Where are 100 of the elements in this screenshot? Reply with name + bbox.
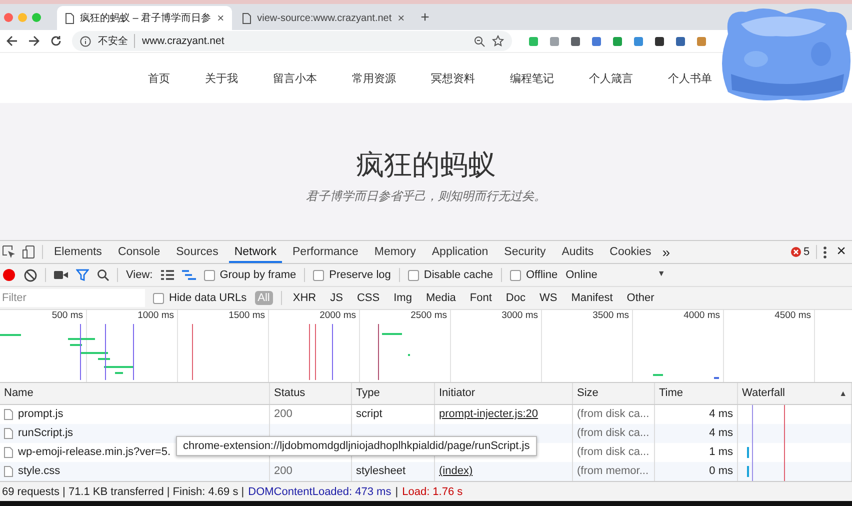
devtools-tab[interactable]: Console [112, 241, 166, 263]
time-tick-label: 2000 ms [320, 310, 356, 321]
waterfall-view-icon[interactable] [182, 270, 196, 280]
view-label: View: [126, 269, 153, 281]
address-bar[interactable]: 不安全 www.crazyant.net [72, 31, 512, 51]
option-checkbox[interactable]: Group by frame [204, 269, 296, 281]
forward-icon[interactable] [28, 35, 40, 47]
devtools-tab[interactable]: Security [499, 241, 551, 263]
extension-icon[interactable] [654, 36, 665, 46]
type-filter[interactable]: XHR [290, 291, 320, 305]
initiator-link[interactable]: (index) [439, 462, 473, 481]
type-filter[interactable]: Font [466, 291, 495, 305]
devtools-tab[interactable]: Cookies [604, 241, 656, 263]
nav-link[interactable]: 编程笔记 [510, 70, 554, 86]
devtools-tab[interactable]: Performance [288, 241, 364, 263]
table-cell-text: 4 ms [709, 426, 733, 441]
url-text: www.crazyant.net [142, 35, 224, 47]
filter-icon[interactable] [76, 269, 89, 281]
table-cell[interactable]: wp-emoji-release.min.js?ver=5. [18, 443, 171, 462]
devtools-tab[interactable]: Application [426, 241, 494, 263]
nav-link[interactable]: 个人书单 [668, 70, 712, 86]
column-header[interactable]: Type [352, 383, 435, 404]
nav-link[interactable]: 关于我 [205, 70, 238, 86]
nav-link[interactable]: 首页 [148, 70, 170, 86]
type-filter[interactable]: JS [327, 291, 346, 305]
table-cell[interactable]: runScript.js [18, 424, 74, 443]
column-header[interactable]: Time [655, 383, 738, 404]
reload-icon[interactable] [50, 35, 62, 47]
load-time: Load: 1.76 s [402, 486, 463, 498]
camera-icon[interactable] [54, 270, 68, 280]
file-icon [4, 409, 13, 420]
inspect-icon[interactable] [2, 245, 16, 259]
type-filter[interactable]: Manifest [568, 291, 616, 305]
type-filter[interactable]: Img [390, 291, 415, 305]
table-cell-text: (from disk ca... [577, 426, 650, 441]
error-icon [790, 247, 801, 257]
search-icon[interactable] [97, 269, 109, 281]
extension-icon[interactable] [570, 36, 581, 46]
column-header[interactable]: Size [573, 383, 655, 404]
table-cell-text: 200 [274, 464, 292, 479]
filter-field[interactable]: Filter [0, 289, 145, 307]
menu-icon[interactable] [822, 246, 827, 258]
site-subtitle: 君子博学而日参省乎己，则知明而行无过矣。 [306, 188, 546, 205]
option-checkbox[interactable]: Offline [510, 269, 558, 281]
table-cell-text: 4 ms [709, 407, 733, 422]
type-filter[interactable]: CSS [354, 291, 383, 305]
tab-close-button[interactable]: × [398, 11, 405, 25]
status-separator: | [395, 486, 398, 498]
table-cell[interactable]: style.css [18, 462, 60, 481]
back-icon[interactable] [6, 35, 18, 47]
devtools-tab[interactable]: Sources [171, 241, 224, 263]
error-count[interactable]: 5 [804, 246, 810, 258]
time-tick-label: 4000 ms [684, 310, 720, 321]
table-cell-text: 0 ms [709, 464, 733, 479]
list-view-icon[interactable] [160, 270, 174, 280]
hide-data-urls-checkbox[interactable]: Hide data URLs [153, 292, 247, 304]
page-icon [65, 12, 74, 24]
devtools-tab[interactable]: Memory [369, 241, 421, 263]
new-tab-button[interactable]: + [420, 9, 430, 26]
type-filter[interactable]: Media [422, 291, 459, 305]
throttle-dropdown[interactable]: Online ▼ [566, 269, 666, 281]
nav-link[interactable]: 冥想资料 [431, 70, 475, 86]
table-cell-text: 1 ms [709, 445, 733, 460]
initiator-link[interactable]: prompt-injecter.js:20 [439, 405, 538, 424]
type-filter[interactable]: Doc [502, 291, 528, 305]
device-icon[interactable] [22, 245, 36, 259]
clear-icon[interactable] [24, 268, 37, 282]
column-header[interactable]: Initiator [435, 383, 573, 404]
close-button[interactable]: × [836, 243, 846, 261]
time-tick-label: 2500 ms [410, 310, 447, 321]
record-button[interactable] [2, 268, 16, 282]
table-cell-text: stylesheet [356, 464, 406, 479]
nav-link[interactable]: 个人箴言 [589, 70, 633, 86]
more-tabs-button[interactable]: » [662, 244, 670, 260]
devtools-tab[interactable]: Audits [556, 241, 599, 263]
extension-icon[interactable] [675, 36, 686, 46]
browser-tab[interactable]: 疯狂的蚂蚁 – 君子博学而日参 × [57, 6, 232, 30]
table-cell-text: script [356, 407, 382, 422]
column-header[interactable]: Waterfall ▲ [738, 383, 852, 404]
file-icon [4, 466, 13, 477]
nav-link[interactable]: 留言小本 [273, 70, 317, 86]
table-cell-text: (from disk ca... [577, 445, 650, 460]
table-cell-text: (from disk ca... [577, 407, 650, 422]
star-icon[interactable] [492, 35, 504, 47]
tab-close-button[interactable]: × [217, 11, 224, 25]
status-summary: 69 requests | 71.1 KB transferred | Finish: 4.69 s | [2, 486, 244, 498]
column-header[interactable]: Name [0, 383, 270, 404]
nav-link[interactable]: 常用资源 [352, 70, 396, 86]
table-cell[interactable]: prompt.js [18, 405, 64, 424]
sort-indicator: ▲ [839, 388, 847, 400]
option-checkbox[interactable]: Preserve log [313, 269, 391, 281]
type-filter[interactable]: WS [536, 291, 560, 305]
column-header[interactable]: Status [270, 383, 352, 404]
time-tick-label: 4500 ms [774, 310, 811, 321]
tooltip: chrome-extension://ljdobmomdgdljniojadhoplhkpialdid/page/runScript.js [176, 436, 537, 456]
devtools-tab[interactable]: Elements [49, 241, 107, 263]
type-filter[interactable]: Other [624, 291, 658, 305]
zoom-icon[interactable] [474, 36, 485, 46]
option-checkbox[interactable]: Disable cache [408, 269, 493, 281]
browser-tab[interactable]: view-source:www.crazyant.net × [234, 6, 413, 30]
